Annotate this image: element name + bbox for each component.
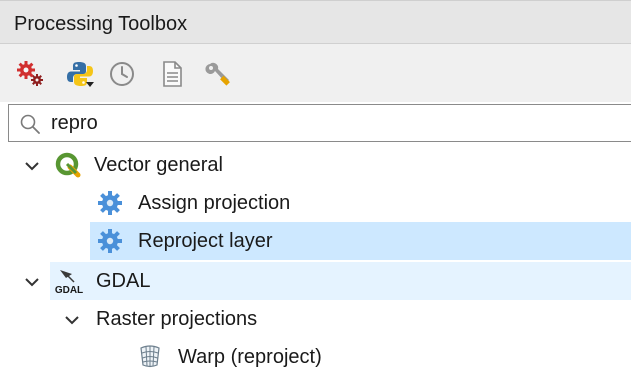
chevron-down-icon[interactable] xyxy=(62,310,82,330)
history-clock-icon[interactable] xyxy=(106,58,138,90)
tree-subgroup-label: Raster projections xyxy=(96,308,258,330)
python-icon[interactable] xyxy=(64,58,96,90)
options-wrench-icon[interactable] xyxy=(202,58,234,90)
tree-item-label: Assign projection xyxy=(138,192,291,214)
tree-item-label: Warp (reproject) xyxy=(178,346,322,368)
gear-icon xyxy=(96,189,124,217)
search-box[interactable] xyxy=(8,104,631,142)
tree-group-vector-general[interactable]: Vector general xyxy=(0,146,631,184)
models-gear-icon[interactable] xyxy=(14,58,46,90)
warp-grid-icon xyxy=(136,342,164,370)
results-document-icon[interactable] xyxy=(156,58,188,90)
tree-item-warp-reproject[interactable]: Warp (reproject) xyxy=(0,338,631,376)
toolbox-toolbar xyxy=(0,44,631,102)
algorithm-tree: Vector general Assign projection Reproje… xyxy=(0,142,631,377)
panel-title: Processing Toolbox xyxy=(14,13,188,35)
tree-group-label: Vector general xyxy=(94,154,223,176)
search-icon xyxy=(20,114,40,134)
tree-group-label: GDAL xyxy=(96,270,151,292)
gdal-logo-text: GDAL xyxy=(55,285,83,296)
panel-titlebar: Processing Toolbox xyxy=(0,0,631,44)
chevron-down-icon[interactable] xyxy=(22,156,42,176)
tree-item-assign-projection[interactable]: Assign projection xyxy=(0,184,631,222)
tree-item-label: Reproject layer xyxy=(138,230,273,252)
tree-group-gdal[interactable]: GDAL GDAL xyxy=(0,262,631,300)
search-input[interactable] xyxy=(51,109,611,137)
tree-item-reproject-layer[interactable]: Reproject layer xyxy=(90,222,631,260)
tree-subgroup-raster-projections[interactable]: Raster projections xyxy=(0,300,631,338)
gdal-logo-icon: GDAL xyxy=(54,266,83,296)
gear-icon xyxy=(96,227,124,255)
chevron-down-icon[interactable] xyxy=(22,272,42,292)
qgis-logo-icon xyxy=(54,151,82,179)
